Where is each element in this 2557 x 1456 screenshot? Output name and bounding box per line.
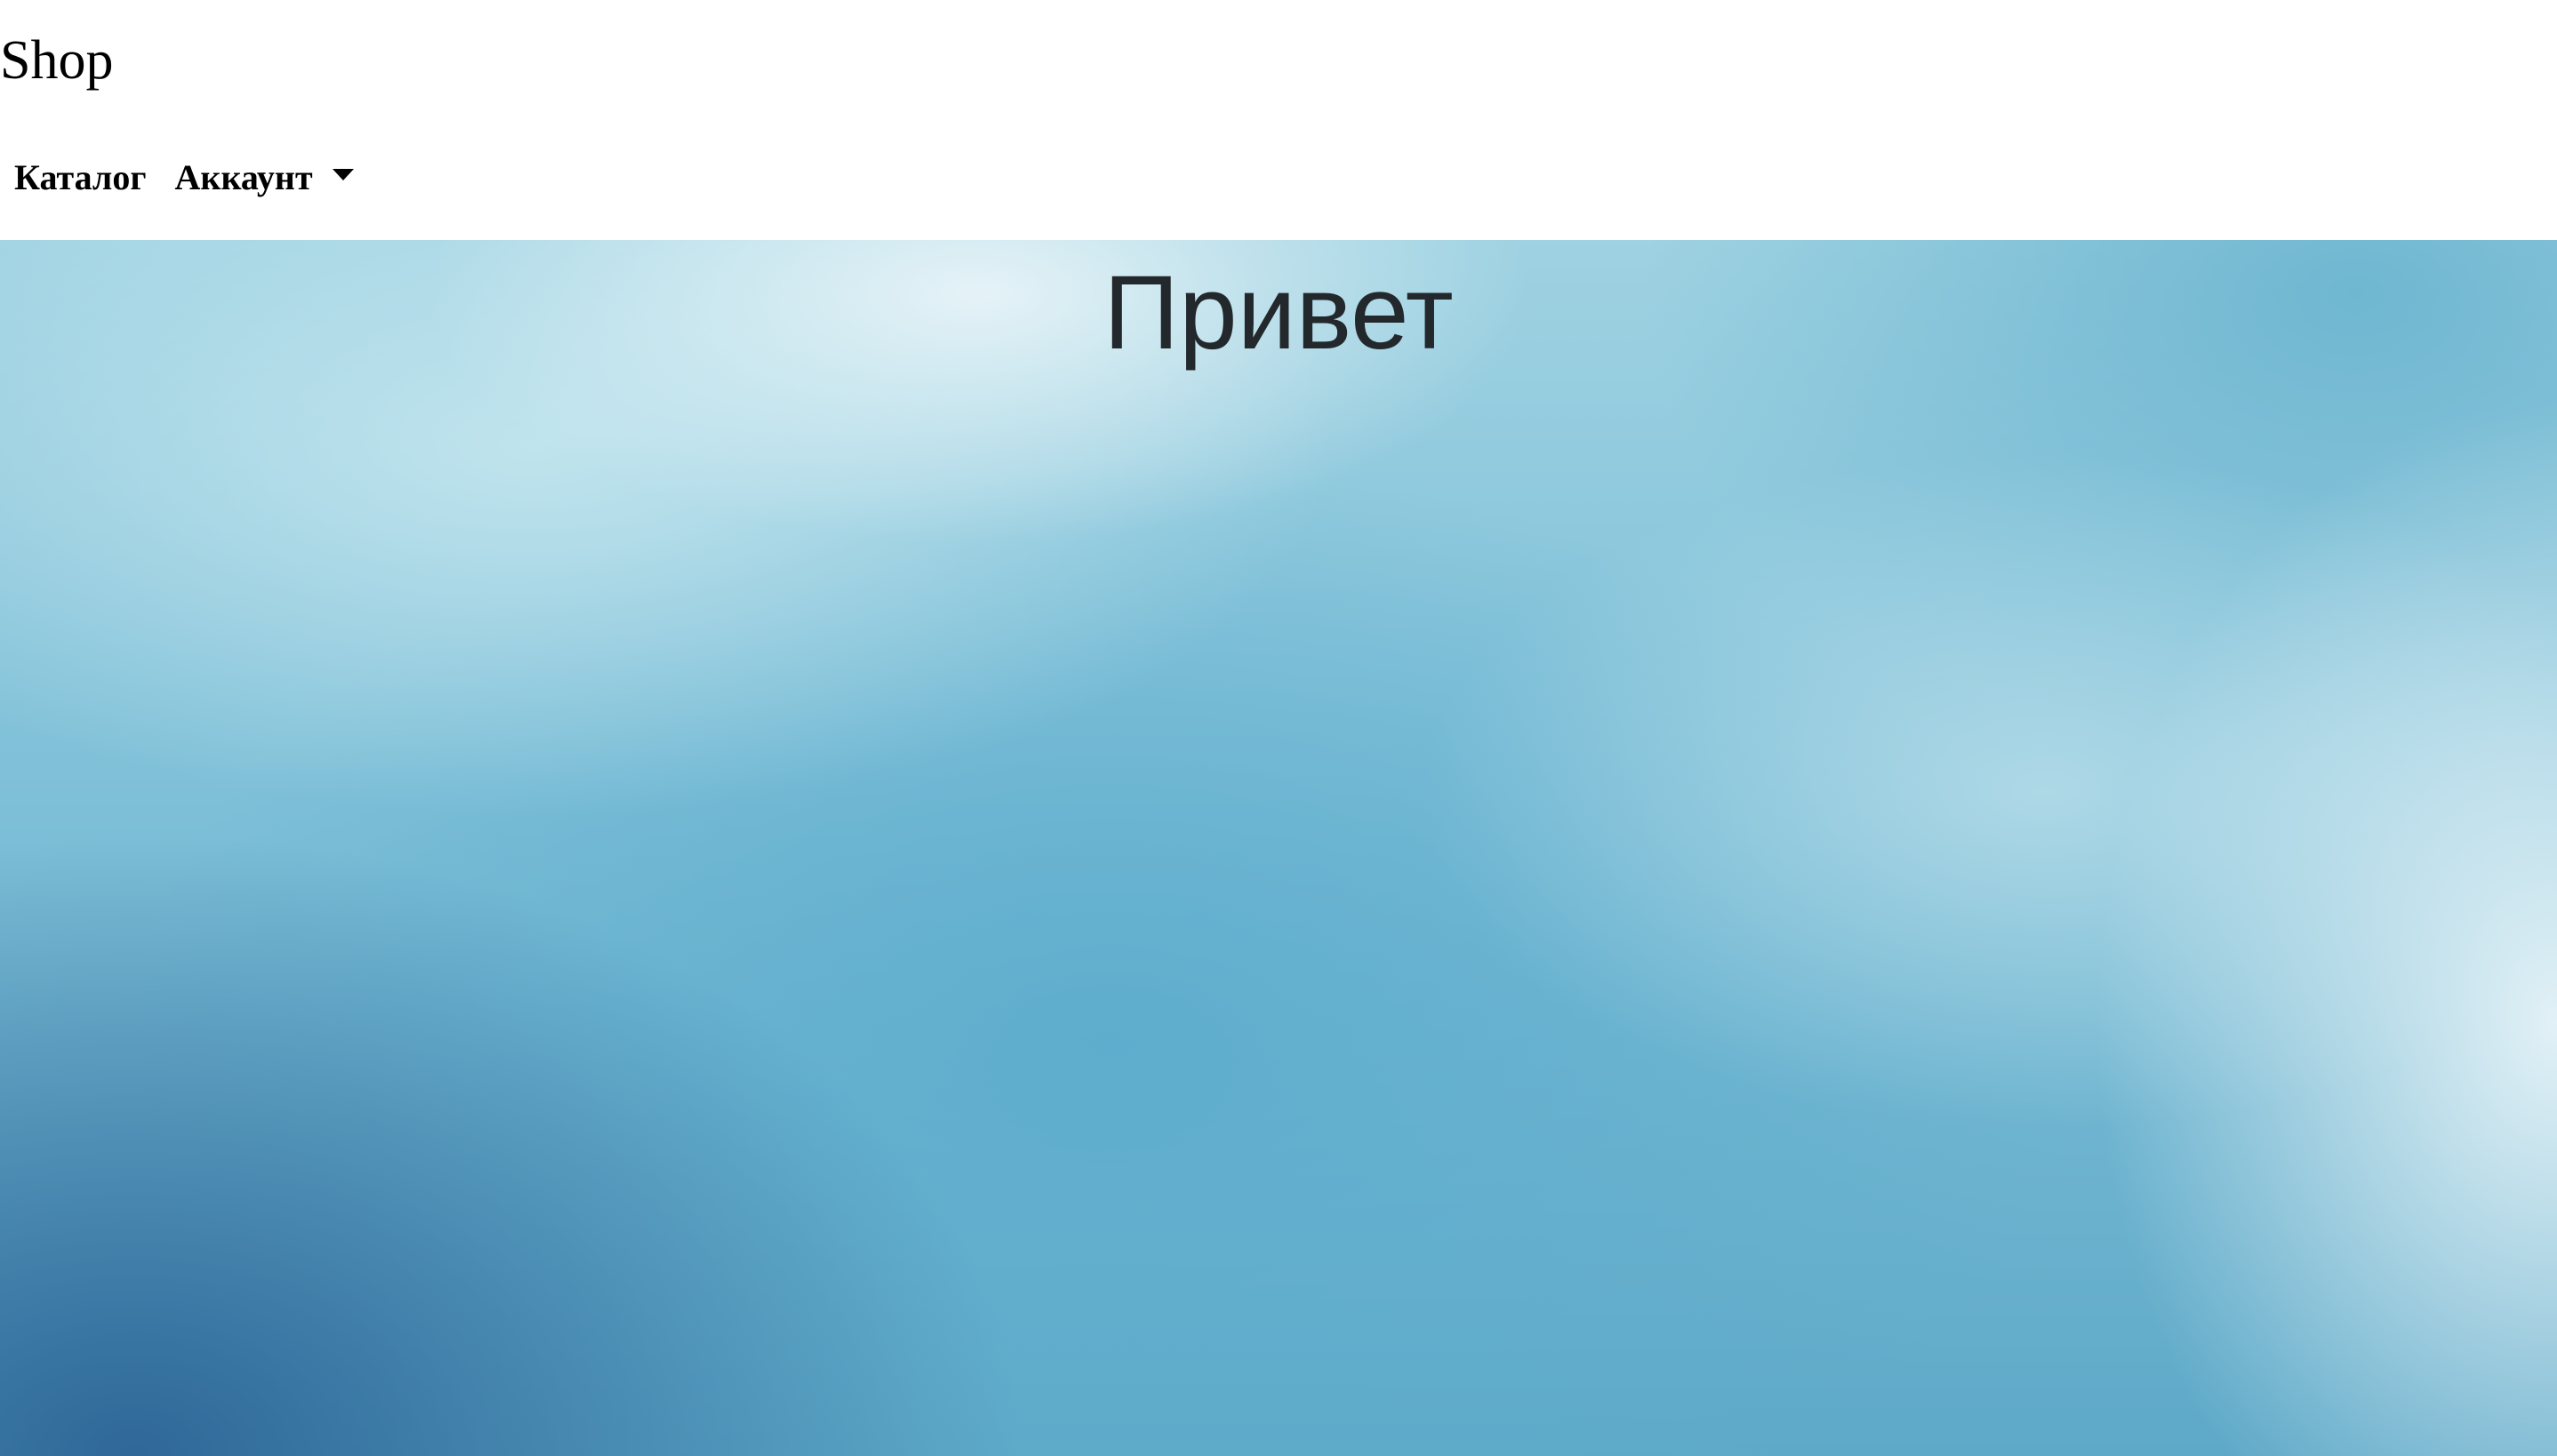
nav-catalog-link[interactable]: Каталог	[14, 151, 147, 204]
nav-account-label: Аккаунт	[174, 157, 313, 197]
site-header: Shop Каталог Аккаунт	[0, 0, 2557, 240]
brand-logo[interactable]: Shop	[0, 25, 113, 96]
hero-banner: Привет	[0, 240, 2557, 1456]
page: Shop Каталог Аккаунт Привет	[0, 0, 2557, 1456]
nav-account-dropdown[interactable]: Аккаунт	[175, 151, 354, 204]
hero-title: Привет	[1103, 254, 1454, 372]
caret-down-icon	[332, 168, 354, 180]
main-nav: Каталог Аккаунт	[14, 151, 354, 204]
